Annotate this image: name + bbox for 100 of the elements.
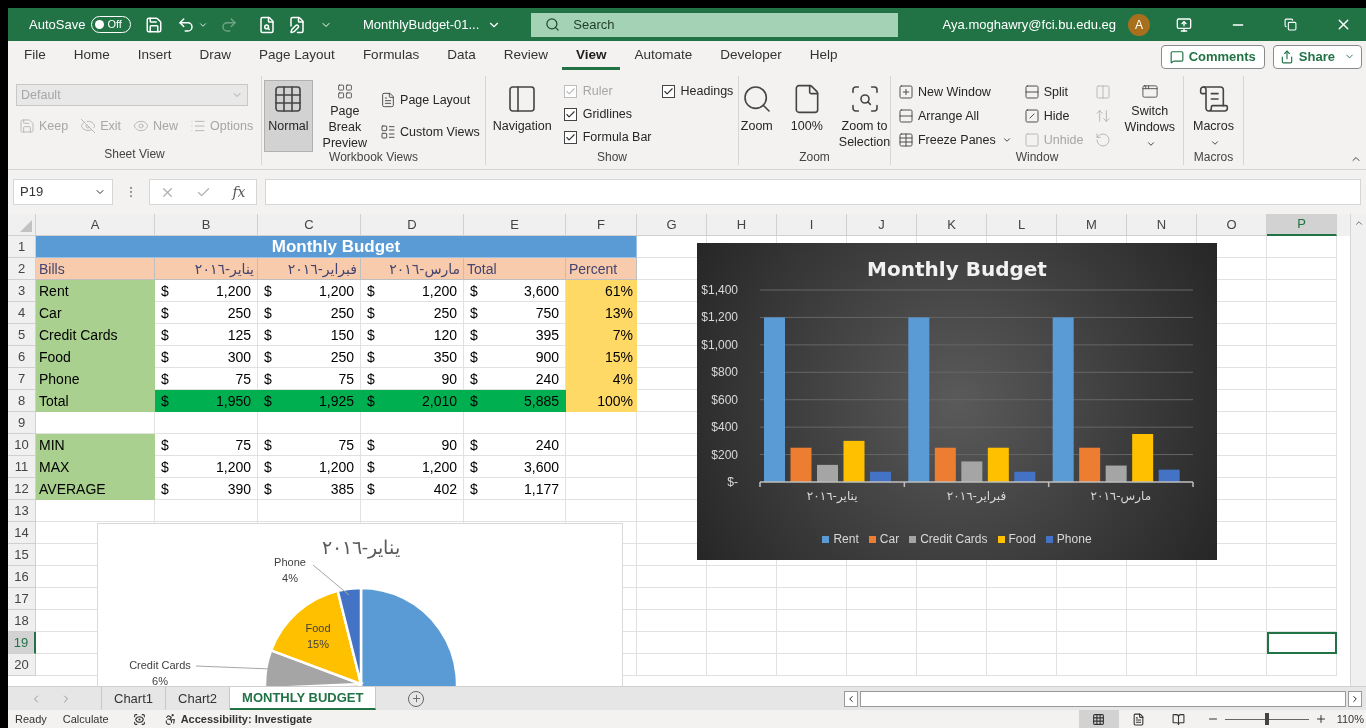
table-cell: فبراير-٢٠١٦ xyxy=(258,258,361,280)
currency-symbol: $ xyxy=(161,457,169,477)
table-cell: 100% xyxy=(566,390,637,412)
cell-value: 250 xyxy=(433,303,457,323)
group-label: Window xyxy=(1015,149,1059,166)
cell-value: 75 xyxy=(338,435,354,455)
axis-label: $200 xyxy=(711,447,738,462)
status-text: Calculate xyxy=(62,711,109,727)
group-label: Macros xyxy=(1193,149,1234,166)
cell-value: 402 xyxy=(433,479,457,499)
table-cell: مارس-٢٠١٦ xyxy=(361,258,464,280)
table-cell: Monthly Budget xyxy=(36,236,637,258)
currency-symbol: $ xyxy=(470,369,478,389)
currency-symbol: $ xyxy=(470,391,478,411)
cell-value: 90 xyxy=(441,435,457,455)
cell-value: 250 xyxy=(227,303,251,323)
cell-value: 75 xyxy=(235,435,251,455)
table-cell: Car xyxy=(36,302,155,324)
currency-symbol: $ xyxy=(161,435,169,455)
table-cell: يناير-٢٠١٦ xyxy=(155,258,258,280)
cell-value: 1,950 xyxy=(215,391,251,411)
currency-symbol: $ xyxy=(470,479,478,499)
currency-symbol: $ xyxy=(470,281,478,301)
cell-value: 1,200 xyxy=(318,457,354,477)
table-cell: MAX xyxy=(36,456,155,478)
table-cell: Percent xyxy=(566,258,637,280)
currency-symbol: $ xyxy=(470,435,478,455)
cell-value: 1,200 xyxy=(421,457,457,477)
axis-label: $1,000 xyxy=(701,337,738,352)
cell-value: 395 xyxy=(535,325,559,345)
cell-value: 1,925 xyxy=(318,391,354,411)
currency-symbol: $ xyxy=(470,303,478,323)
currency-symbol: $ xyxy=(264,479,272,499)
currency-symbol: $ xyxy=(161,347,169,367)
currency-symbol: $ xyxy=(470,325,478,345)
currency-symbol: $ xyxy=(367,347,375,367)
axis-label: $1,200 xyxy=(701,310,738,325)
cell-value: 3,600 xyxy=(523,281,559,301)
table-cell: 13% xyxy=(566,302,637,324)
axis-label: فبراير-٢٠١٦ xyxy=(946,489,1007,503)
data-label: Credit Cards xyxy=(129,659,191,671)
chart-title: يناير-٢٠١٦ xyxy=(321,536,401,558)
cell-value: 240 xyxy=(535,369,559,389)
data-label: Phone xyxy=(274,556,306,568)
currency-symbol: $ xyxy=(367,391,375,411)
currency-symbol: $ xyxy=(470,457,478,477)
cell-value: 385 xyxy=(330,479,354,499)
axis-label: $600 xyxy=(711,392,738,407)
legend-label: Credit Cards xyxy=(920,531,988,548)
axis-label: $1,400 xyxy=(701,283,738,297)
currency-symbol: $ xyxy=(161,281,169,301)
group-label: Sheet View xyxy=(104,146,165,163)
table-cell: Total xyxy=(464,258,566,280)
cell-value: 900 xyxy=(535,347,559,367)
table-cell: 15% xyxy=(566,346,637,368)
data-label: 6% xyxy=(152,675,168,686)
group-label: Zoom xyxy=(799,149,830,166)
currency-symbol: $ xyxy=(470,347,478,367)
legend-label: Rent xyxy=(833,531,859,548)
table-cell: MIN xyxy=(36,434,155,456)
cell-value: 1,200 xyxy=(215,457,251,477)
cell-value: 250 xyxy=(330,303,354,323)
axis-label: $800 xyxy=(711,365,738,380)
table-cell: Phone xyxy=(36,368,155,390)
table-cell: AVERAGE xyxy=(36,478,155,500)
cell-value: 250 xyxy=(330,347,354,367)
currency-symbol: $ xyxy=(264,369,272,389)
table-cell: 61% xyxy=(566,280,637,302)
table-cell: 7% xyxy=(566,324,637,346)
cell-value: 390 xyxy=(227,479,251,499)
data-label: Food xyxy=(305,622,331,634)
currency-symbol: $ xyxy=(264,457,272,477)
group-label: Show xyxy=(597,149,627,166)
axis-label: $- xyxy=(727,475,738,489)
cell-value: 125 xyxy=(227,325,251,345)
currency-symbol: $ xyxy=(264,347,272,367)
axis-label: يناير-٢٠١٦ xyxy=(806,489,858,503)
table-cell: 4% xyxy=(566,368,637,390)
cell-value: 1,200 xyxy=(421,281,457,301)
cell-value: 1,200 xyxy=(318,281,354,301)
data-label: 15% xyxy=(307,638,329,650)
cell-value: 5,885 xyxy=(523,391,559,411)
chart-title: Monthly Budget xyxy=(867,257,1047,281)
cell-value: 1,200 xyxy=(215,281,251,301)
table-cell: Rent xyxy=(36,280,155,302)
cell-value: 90 xyxy=(441,369,457,389)
currency-symbol: $ xyxy=(161,391,169,411)
currency-symbol: $ xyxy=(367,325,375,345)
currency-symbol: $ xyxy=(161,303,169,323)
cell-value: 1,177 xyxy=(523,479,559,499)
currency-symbol: $ xyxy=(161,479,169,499)
autosave-label: AutoSave xyxy=(29,15,86,34)
currency-symbol: $ xyxy=(367,303,375,323)
table-cell: Bills xyxy=(36,258,155,280)
cell-value: 120 xyxy=(433,325,457,345)
status-text: Ready xyxy=(15,711,47,727)
cell-value: 240 xyxy=(535,435,559,455)
data-label: 4% xyxy=(282,572,298,584)
currency-symbol: $ xyxy=(161,325,169,345)
table-cell: Food xyxy=(36,346,155,368)
